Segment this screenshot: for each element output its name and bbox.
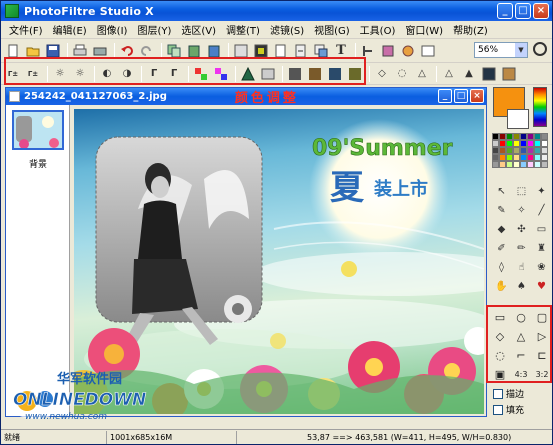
- wand-icon[interactable]: ✧: [513, 202, 530, 219]
- window-title: PhotoFiltre Studio X: [24, 4, 154, 18]
- fill-checkbox[interactable]: [493, 404, 503, 415]
- minimize-button[interactable]: _: [497, 3, 513, 19]
- spray-icon[interactable]: ✣: [513, 221, 530, 238]
- chevron-down-icon[interactable]: ▼: [515, 43, 527, 57]
- brush-icon[interactable]: ✐: [493, 240, 510, 257]
- color-spectrum[interactable]: [533, 87, 547, 127]
- menu-file[interactable]: 文件(F): [4, 22, 48, 37]
- stroke-option[interactable]: 描边: [493, 387, 524, 400]
- menu-adjust[interactable]: 调整(T): [221, 22, 265, 37]
- stroke-checkbox[interactable]: [493, 388, 503, 399]
- status-coords: 53,87 ==> 463,581 (W=411, H=495, W/H=0.8…: [307, 432, 512, 442]
- hand-icon[interactable]: ✋: [493, 278, 510, 295]
- layer-thumbnail[interactable]: [12, 110, 64, 150]
- pointer-icon[interactable]: ↖: [493, 183, 510, 200]
- document-icon: [9, 91, 20, 102]
- relief-icon[interactable]: ▲: [461, 66, 477, 82]
- toolbar-separator: [436, 65, 437, 82]
- status-bar: 就绪 1001x685x16M 53,87 ==> 463,581 (W=411…: [1, 429, 552, 444]
- watermark-brand: ONLINEDOWN: [13, 390, 146, 410]
- document-title-bar[interactable]: 254242_041127063_2.jpg 颜色调整 _ □ ×: [6, 88, 486, 106]
- menu-bar: 文件(F) 编辑(E) 图像(I) 图层(Y) 选区(V) 调整(T) 滤镜(S…: [1, 21, 552, 39]
- color-picker-icon[interactable]: [380, 43, 396, 59]
- fill-label: 填充: [506, 406, 525, 416]
- watermark-logo: 华军软件园 ONLINEDOWN www.newhua.com: [5, 369, 147, 423]
- plugin-icon[interactable]: [400, 43, 416, 59]
- shape-tools-highlight: [486, 305, 552, 383]
- emboss-icon[interactable]: △: [441, 66, 457, 82]
- menu-layer[interactable]: 图层(Y): [132, 22, 176, 37]
- annotation-label: 颜色调整: [234, 91, 299, 106]
- background-color-swatch[interactable]: [507, 109, 529, 129]
- texture-icon[interactable]: [501, 66, 517, 82]
- fullscreen-icon[interactable]: [420, 43, 436, 59]
- doc-close-button[interactable]: ×: [470, 89, 484, 103]
- smudge-icon[interactable]: ☝: [513, 259, 530, 276]
- color-palette[interactable]: [492, 133, 548, 168]
- menu-image[interactable]: 图像(I): [92, 22, 133, 37]
- blur-icon[interactable]: ◇: [374, 66, 390, 82]
- line-icon[interactable]: ╱: [533, 202, 550, 219]
- zoom-value: 56%: [478, 45, 499, 55]
- close-button[interactable]: ×: [533, 3, 549, 19]
- drop-icon[interactable]: ◊: [493, 259, 510, 276]
- eraser-icon[interactable]: ▭: [533, 221, 550, 238]
- toolbar-separator: [369, 65, 370, 82]
- menu-window[interactable]: 窗口(W): [400, 22, 448, 37]
- strawberry-icon[interactable]: ♥: [533, 278, 550, 295]
- doc-maximize-button[interactable]: □: [454, 89, 468, 103]
- zoom-select[interactable]: 56% ▼: [474, 42, 528, 58]
- status-state: 就绪: [1, 430, 107, 444]
- menu-selection[interactable]: 选区(V): [176, 22, 221, 37]
- watermark-url: www.newhua.com: [25, 412, 107, 422]
- fill-option[interactable]: 填充: [493, 403, 524, 416]
- magic-wand-icon[interactable]: ✦: [533, 183, 550, 200]
- tool-grid: ↖ ⬚ ✦ ✎ ✧ ╱ ◆ ✣ ▭ ✐ ✏ ♜ ◊ ☝ ❀ ✋ ♠ ♥: [493, 183, 549, 295]
- watermark-chinese: 华军软件园: [57, 371, 122, 387]
- menu-tools[interactable]: 工具(O): [355, 22, 401, 37]
- pencil-icon[interactable]: ✏: [513, 240, 530, 257]
- fill-bucket-icon[interactable]: ◆: [493, 221, 510, 238]
- adjust-tools-highlight: [4, 57, 366, 85]
- menu-view[interactable]: 视图(G): [309, 22, 355, 37]
- document-filename: 254242_041127063_2.jpg: [24, 91, 167, 102]
- app-icon: [5, 4, 19, 18]
- title-bar[interactable]: PhotoFiltre Studio X _ □ ×: [1, 1, 552, 21]
- eyedropper-icon[interactable]: ✎: [493, 202, 510, 219]
- menu-filter[interactable]: 滤镜(S): [265, 22, 309, 37]
- document-window: 254242_041127063_2.jpg 颜色调整 _ □ × 背景 09'…: [5, 87, 487, 417]
- soften-icon[interactable]: ◌: [394, 66, 410, 82]
- stamp-icon[interactable]: ♜: [533, 240, 550, 257]
- clone-icon[interactable]: ❀: [533, 259, 550, 276]
- poster-headline-text: 夏: [330, 168, 365, 208]
- frame-icon[interactable]: [481, 66, 497, 82]
- menu-edit[interactable]: 编辑(E): [48, 22, 92, 37]
- stroke-label: 描边: [506, 390, 525, 400]
- status-dimensions: 1001x685x16M: [107, 430, 237, 444]
- poster-year-text: 09'Summer: [312, 136, 453, 161]
- selection-icon[interactable]: ⬚: [513, 183, 530, 200]
- sharpen-icon[interactable]: △: [414, 66, 430, 82]
- layer-label: 背景: [28, 160, 47, 170]
- zoom-icon[interactable]: [533, 42, 547, 56]
- poster-subline-text: 装上市: [374, 178, 428, 200]
- feather-icon[interactable]: ♠: [513, 278, 530, 295]
- menu-help[interactable]: 帮助(Z): [448, 22, 493, 37]
- doc-minimize-button[interactable]: _: [438, 89, 452, 103]
- app-window: PhotoFiltre Studio X _ □ × 文件(F) 编辑(E) 图…: [0, 0, 553, 445]
- maximize-button[interactable]: □: [515, 3, 531, 19]
